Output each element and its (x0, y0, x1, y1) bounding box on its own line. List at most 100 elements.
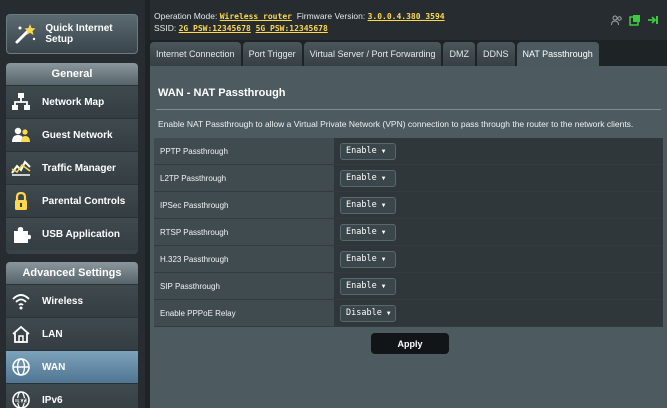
select-value: Enable (346, 200, 377, 210)
sidebar-item-network-map[interactable]: Network Map (6, 85, 138, 118)
page-description: Enable NAT Passthrough to allow a Virtua… (158, 119, 634, 129)
select-value: Enable (346, 227, 377, 237)
usb-status-icon[interactable] (629, 13, 641, 31)
sidebar-item-traffic-manager[interactable]: Traffic Manager (6, 151, 138, 184)
sidebar-item-label: Guest Network (42, 129, 113, 141)
setting-row-sip: SIP Passthrough Enable ▼ (154, 273, 663, 300)
sidebar-item-ipv6[interactable]: IPv6 (6, 383, 138, 408)
dropdown-arrow-icon: ▼ (381, 282, 386, 290)
tab-internet-connection[interactable]: Internet Connection (150, 42, 241, 66)
select-value: Disable (346, 308, 382, 318)
dropdown-arrow-icon: ▼ (381, 174, 386, 182)
sidebar-item-label: LAN (42, 328, 63, 340)
setting-label: H.323 Passthrough (154, 246, 334, 272)
sidebar-item-label: Network Map (42, 96, 105, 108)
passthrough-settings-table: PPTP Passthrough Enable ▼ L2TP Passthrou… (154, 138, 663, 327)
users-icon[interactable] (611, 13, 623, 31)
select-value: Enable (346, 173, 377, 183)
setting-cell: Enable ▼ (334, 246, 663, 272)
network-map-icon (10, 91, 32, 113)
lock-icon (10, 190, 32, 212)
quick-internet-setup-button[interactable]: Quick Internet Setup (6, 14, 138, 54)
pptp-passthrough-select[interactable]: Enable ▼ (340, 142, 396, 160)
sidebar-item-wan[interactable]: WAN (6, 350, 138, 383)
general-menu: General Network Map Guest Network Traffi… (6, 63, 138, 254)
setting-row-pptp: PPTP Passthrough Enable ▼ (154, 138, 663, 165)
sidebar-item-lan[interactable]: LAN (6, 317, 138, 350)
firmware-version-link[interactable]: 3.0.0.4.380_3594 (368, 12, 445, 21)
setting-cell: Enable ▼ (334, 192, 663, 218)
select-value: Enable (346, 281, 377, 291)
sidebar-item-parental-controls[interactable]: Parental Controls (6, 184, 138, 217)
wan-tabs: Internet Connection Port Trigger Virtual… (150, 42, 599, 66)
connection-status-icon[interactable] (647, 13, 659, 31)
ipsec-passthrough-select[interactable]: Enable ▼ (340, 196, 396, 214)
dropdown-arrow-icon: ▼ (381, 255, 386, 263)
sidebar-item-label: Wireless (42, 295, 84, 307)
quick-internet-setup-label: Quick Internet Setup (45, 23, 113, 45)
dropdown-arrow-icon: ▼ (381, 201, 386, 209)
rtsp-passthrough-select[interactable]: Enable ▼ (340, 223, 396, 241)
l2tp-passthrough-select[interactable]: Enable ▼ (340, 169, 396, 187)
sidebar-item-label: USB Application (42, 228, 120, 240)
sidebar: Quick Internet Setup General Network Map (0, 0, 145, 408)
puzzle-icon (10, 223, 32, 245)
tab-virtual-server[interactable]: Virtual Server / Port Forwarding (303, 42, 442, 66)
sidebar-item-label: IPv6 (42, 394, 63, 406)
setting-row-h323: H.323 Passthrough Enable ▼ (154, 246, 663, 273)
home-icon (10, 323, 32, 345)
pppoe-relay-select[interactable]: Disable ▼ (340, 304, 396, 322)
setting-cell: Enable ▼ (334, 273, 663, 299)
magic-wand-icon (13, 21, 37, 47)
setting-row-pppoe-relay: Enable PPPoE Relay Disable ▼ (154, 300, 663, 327)
tab-port-trigger[interactable]: Port Trigger (242, 42, 302, 66)
sidebar-item-wireless[interactable]: Wireless (6, 284, 138, 317)
advanced-settings-menu: Advanced Settings Wireless LAN WAN IPv6 (6, 262, 138, 408)
tab-ddns[interactable]: DDNS (476, 42, 515, 66)
operation-mode-label: Operation Mode: (154, 11, 218, 21)
globe-icon (10, 356, 32, 378)
setting-row-ipsec: IPSec Passthrough Enable ▼ (154, 192, 663, 219)
guest-users-icon (10, 124, 32, 146)
sidebar-item-guest-network[interactable]: Guest Network (6, 118, 138, 151)
ipv6-globe-icon (10, 389, 32, 408)
wifi-icon (10, 290, 32, 312)
select-value: Enable (346, 254, 377, 264)
h323-passthrough-select[interactable]: Enable ▼ (340, 250, 396, 268)
dropdown-arrow-icon: ▼ (386, 309, 391, 317)
traffic-chart-icon (10, 157, 32, 179)
status-icons (611, 13, 659, 31)
main-panel: WAN - NAT Passthrough Enable NAT Passthr… (150, 66, 667, 408)
operation-mode-line: Operation Mode: Wireless router Firmware… (154, 11, 445, 21)
tab-dmz[interactable]: DMZ (443, 42, 475, 66)
tab-nat-passthrough[interactable]: NAT Passthrough (516, 42, 599, 66)
sidebar-item-label: Parental Controls (42, 195, 126, 207)
advanced-settings-title: Advanced Settings (6, 262, 138, 284)
setting-label: IPSec Passthrough (154, 192, 334, 218)
setting-label: RTSP Passthrough (154, 219, 334, 245)
sip-passthrough-select[interactable]: Enable ▼ (340, 277, 396, 295)
setting-row-l2tp: L2TP Passthrough Enable ▼ (154, 165, 663, 192)
sidebar-item-usb-application[interactable]: USB Application (6, 217, 138, 250)
setting-cell: Disable ▼ (334, 300, 663, 326)
sidebar-item-label: WAN (42, 361, 66, 373)
setting-cell: Enable ▼ (334, 219, 663, 245)
setting-cell: Enable ▼ (334, 165, 663, 191)
setting-label: L2TP Passthrough (154, 165, 334, 191)
firmware-label: Firmware Version: (296, 11, 366, 21)
ssid-label: SSID: (154, 23, 177, 33)
ssid-5g-link[interactable]: 5G_PSW:12345678 (256, 24, 328, 33)
sidebar-item-label: Traffic Manager (42, 162, 116, 174)
select-value: Enable (346, 146, 377, 156)
setting-label: PPTP Passthrough (154, 138, 334, 164)
status-header: Operation Mode: Wireless router Firmware… (150, 0, 667, 40)
ssid-line: SSID: 2G_PSW:12345678 5G_PSW:12345678 (154, 23, 328, 33)
general-menu-title: General (6, 63, 138, 85)
setting-row-rtsp: RTSP Passthrough Enable ▼ (154, 219, 663, 246)
operation-mode-link[interactable]: Wireless router (220, 12, 292, 21)
dropdown-arrow-icon: ▼ (381, 147, 386, 155)
apply-button[interactable]: Apply (371, 333, 449, 354)
ssid-2g-link[interactable]: 2G_PSW:12345678 (179, 24, 251, 33)
setting-label: Enable PPPoE Relay (154, 300, 334, 326)
dropdown-arrow-icon: ▼ (381, 228, 386, 236)
